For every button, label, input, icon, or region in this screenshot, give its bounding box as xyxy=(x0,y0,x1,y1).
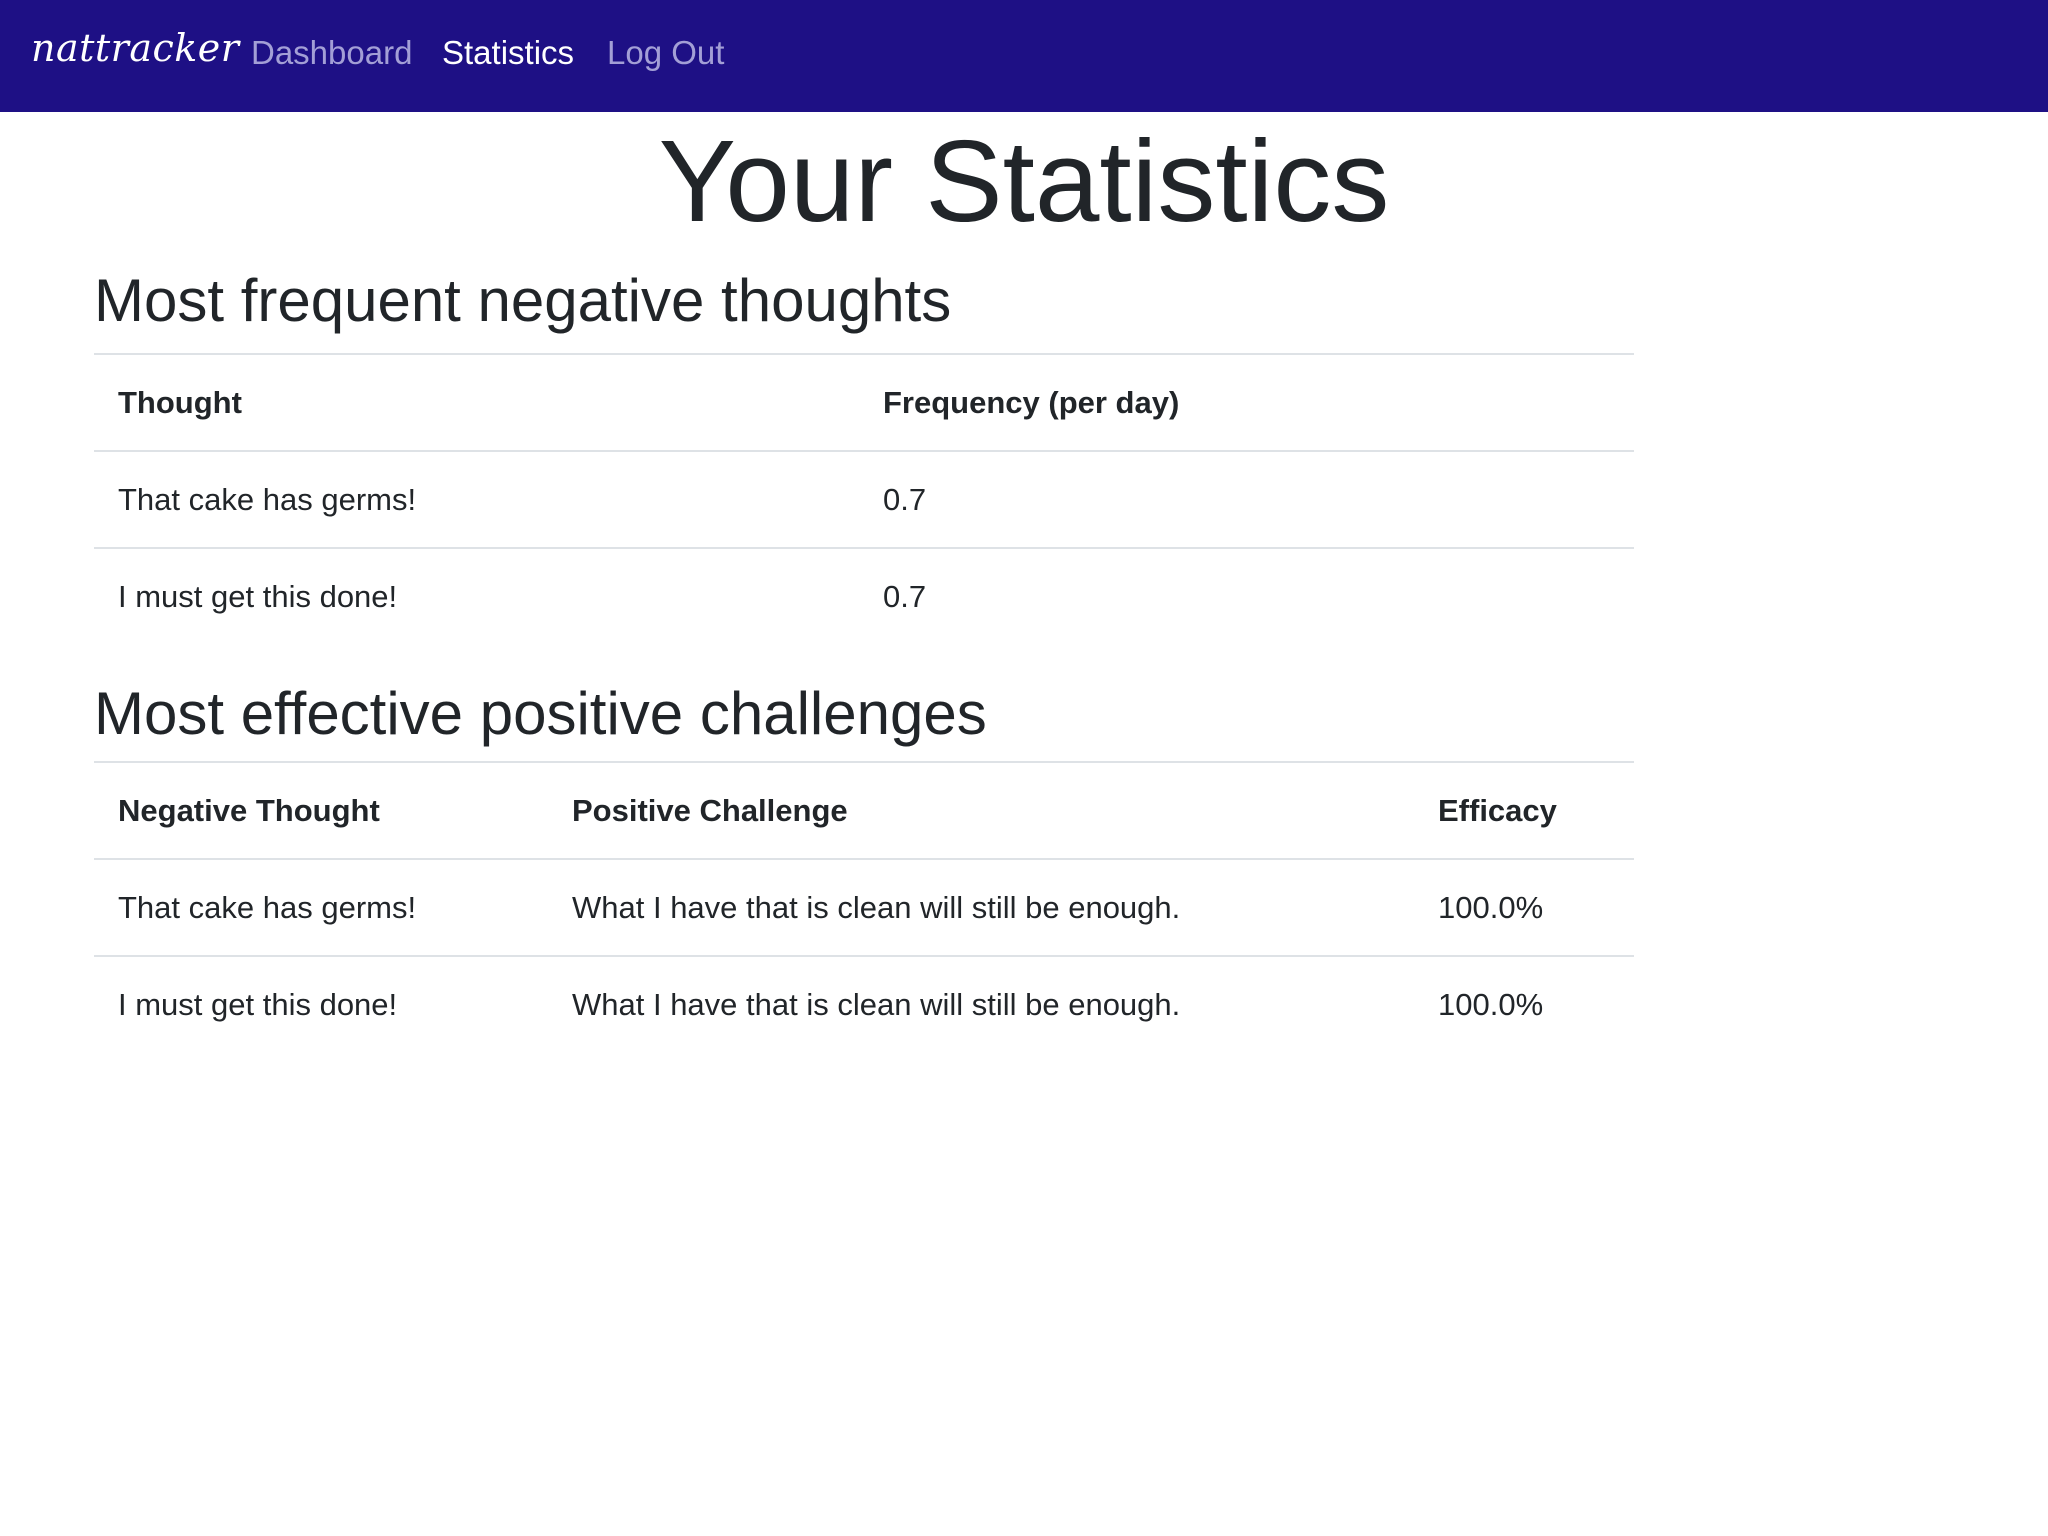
column-header-frequency: Frequency (per day) xyxy=(859,353,1634,451)
thought-cell: I must get this done! xyxy=(94,547,859,645)
table-header-row: Thought Frequency (per day) xyxy=(94,353,1634,451)
column-header-negative-thought: Negative Thought xyxy=(94,761,548,859)
negative-thoughts-table: Thought Frequency (per day) That cake ha… xyxy=(94,353,1634,645)
positive-challenges-heading: Most effective positive challenges xyxy=(94,680,987,747)
column-header-efficacy: Efficacy xyxy=(1414,761,1634,859)
column-header-positive-challenge: Positive Challenge xyxy=(548,761,1414,859)
nav-link-statistics[interactable]: Statistics xyxy=(442,34,574,72)
efficacy-cell: 100.0% xyxy=(1414,858,1634,956)
negative-thought-cell: I must get this done! xyxy=(94,955,548,1053)
table-row: That cake has germs! What I have that is… xyxy=(94,858,1634,956)
positive-challenges-table: Negative Thought Positive Challenge Effi… xyxy=(94,761,1634,1053)
nav-link-dashboard[interactable]: Dashboard xyxy=(251,34,412,72)
nav-link-log-out[interactable]: Log Out xyxy=(607,34,724,72)
frequency-cell: 0.7 xyxy=(859,450,1634,548)
page-title: Your Statistics xyxy=(658,116,1390,246)
efficacy-cell: 100.0% xyxy=(1414,955,1634,1053)
thought-cell: That cake has germs! xyxy=(94,450,859,548)
positive-challenge-cell: What I have that is clean will still be … xyxy=(548,955,1414,1053)
table-row: That cake has germs! 0.7 xyxy=(94,450,1634,548)
negative-thoughts-heading: Most frequent negative thoughts xyxy=(94,267,952,334)
frequency-cell: 0.7 xyxy=(859,547,1634,645)
positive-challenge-cell: What I have that is clean will still be … xyxy=(548,858,1414,956)
negative-thought-cell: That cake has germs! xyxy=(94,858,548,956)
brand-logo[interactable]: nattracker xyxy=(31,26,239,70)
table-row: I must get this done! What I have that i… xyxy=(94,955,1634,1053)
column-header-thought: Thought xyxy=(94,353,859,451)
top-navbar: nattracker Dashboard Statistics Log Out xyxy=(0,0,2048,112)
table-row: I must get this done! 0.7 xyxy=(94,547,1634,645)
table-header-row: Negative Thought Positive Challenge Effi… xyxy=(94,761,1634,859)
